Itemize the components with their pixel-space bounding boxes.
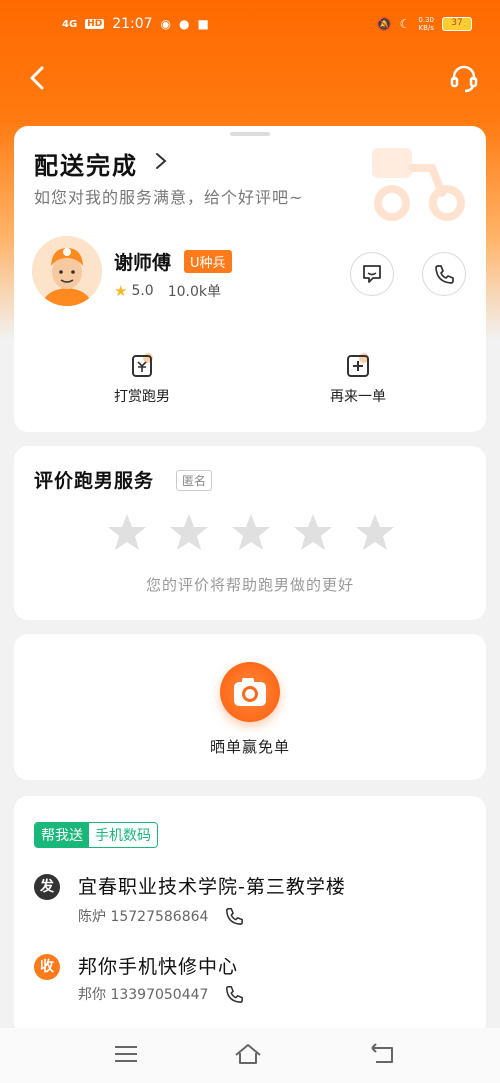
anonymous-toggle[interactable]: 匿名	[176, 470, 213, 491]
signal-indicator: 4G	[62, 18, 78, 30]
app-notification-icon: ■	[197, 17, 209, 31]
system-nav-bar	[0, 1028, 500, 1083]
reward-cup-icon	[132, 353, 153, 377]
moon-icon: ☾	[399, 17, 411, 31]
back-nav-icon[interactable]	[368, 1042, 396, 1066]
hd-badge: HD	[85, 19, 105, 29]
drag-handle[interactable]	[230, 132, 270, 136]
order-category-tag: 手机数码	[89, 823, 157, 847]
star-4-icon[interactable]	[292, 512, 334, 552]
rating-hint: 您的评价将帮助跑男做的更好	[145, 576, 354, 594]
home-icon[interactable]	[234, 1042, 262, 1066]
scooter-illustration	[372, 148, 465, 221]
courier-level-badge: U种兵	[184, 250, 232, 273]
send-contact-phone: 15727586864	[110, 909, 209, 925]
star-icon: ★	[114, 282, 128, 300]
net-speed-unit: KB/s	[418, 24, 434, 32]
phone-icon[interactable]	[224, 906, 244, 926]
plus-square-icon	[347, 353, 369, 377]
receive-contact: 邦你 13397050447	[78, 984, 244, 1004]
receive-contact-text: 邦你 13397050447	[78, 984, 208, 1004]
call-courier-button[interactable]	[422, 252, 466, 296]
phone-icon[interactable]	[224, 984, 244, 1004]
battery-indicator: 37	[442, 17, 472, 31]
order-tag: 帮我送 手机数码	[34, 822, 158, 848]
send-contact-name: 陈炉	[78, 909, 106, 925]
star-1-icon[interactable]	[106, 512, 148, 552]
mute-icon: 🔕	[376, 17, 392, 31]
order-route-card: 帮我送 手机数码 发 宜春职业技术学院-第三教学楼 陈炉 15727586864…	[14, 796, 486, 1036]
star-rating	[106, 512, 396, 552]
qq-icon: ●	[179, 17, 190, 31]
message-courier-button[interactable]	[350, 252, 394, 296]
send-address: 宜春职业技术学院-第三教学楼	[78, 876, 346, 898]
status-bar: 4G HD 21:07 ◉ ● ■ 🔕 ☾ 0.30 KB/s 37	[0, 0, 500, 52]
tip-courier-label: 打赏跑男	[114, 389, 170, 405]
send-contact-text: 陈炉 15727586864	[78, 906, 208, 926]
chat-icon	[363, 265, 381, 283]
send-badge: 发	[34, 874, 60, 900]
chevron-left-icon	[30, 66, 44, 90]
courier-avatar-illustration	[32, 236, 102, 306]
send-contact: 陈炉 15727586864	[78, 906, 244, 926]
chevron-right-icon[interactable]	[154, 152, 168, 170]
delivery-status-card: 配送完成 如您对我的服务满意，给个好评吧~ 谢师傅 U种兵 ★ 5.0 10.0…	[14, 126, 486, 432]
net-speed-value: 0.30	[418, 16, 434, 24]
menu-icon[interactable]	[112, 1042, 140, 1066]
phone-icon	[435, 265, 454, 284]
star-2-icon[interactable]	[168, 512, 210, 552]
courier-order-count: 10.0k单	[167, 284, 221, 300]
courier-stats: ★ 5.0 10.0k单	[114, 281, 221, 301]
delivery-status-subtitle: 如您对我的服务满意，给个好评吧~	[34, 188, 304, 207]
wifi-icon: ◉	[160, 17, 172, 31]
receive-badge: 收	[34, 954, 60, 980]
customer-service-button[interactable]	[448, 62, 480, 94]
courier-avatar[interactable]	[32, 236, 102, 306]
tip-courier-button[interactable]: 打赏跑男	[72, 352, 212, 406]
reorder-label: 再来一单	[330, 389, 386, 405]
courier-name: 谢师傅	[114, 252, 172, 274]
rating-card: 评价跑男服务 匿名 您的评价将帮助跑男做的更好	[14, 446, 486, 620]
delivery-status-title[interactable]: 配送完成	[34, 146, 138, 181]
receive-contact-name: 邦你	[78, 987, 106, 1003]
receive-contact-phone: 13397050447	[110, 987, 209, 1003]
net-speed: 0.30 KB/s	[418, 16, 434, 32]
receive-address: 邦你手机快修中心	[78, 956, 239, 978]
share-order-label: 晒单赢免单	[209, 738, 290, 756]
courier-rating: 5.0	[131, 283, 154, 299]
share-order-card[interactable]: 晒单赢免单	[14, 634, 486, 780]
clock: 21:07	[112, 16, 153, 32]
order-type-tag: 帮我送	[35, 823, 89, 847]
star-3-icon[interactable]	[230, 512, 272, 552]
back-button[interactable]	[24, 64, 52, 92]
rating-title: 评价跑男服务	[34, 470, 155, 492]
headset-icon	[450, 65, 478, 93]
camera-icon	[234, 678, 266, 706]
share-camera-button[interactable]	[220, 662, 280, 722]
star-5-icon[interactable]	[354, 512, 396, 552]
reorder-button[interactable]: 再来一单	[288, 352, 428, 406]
